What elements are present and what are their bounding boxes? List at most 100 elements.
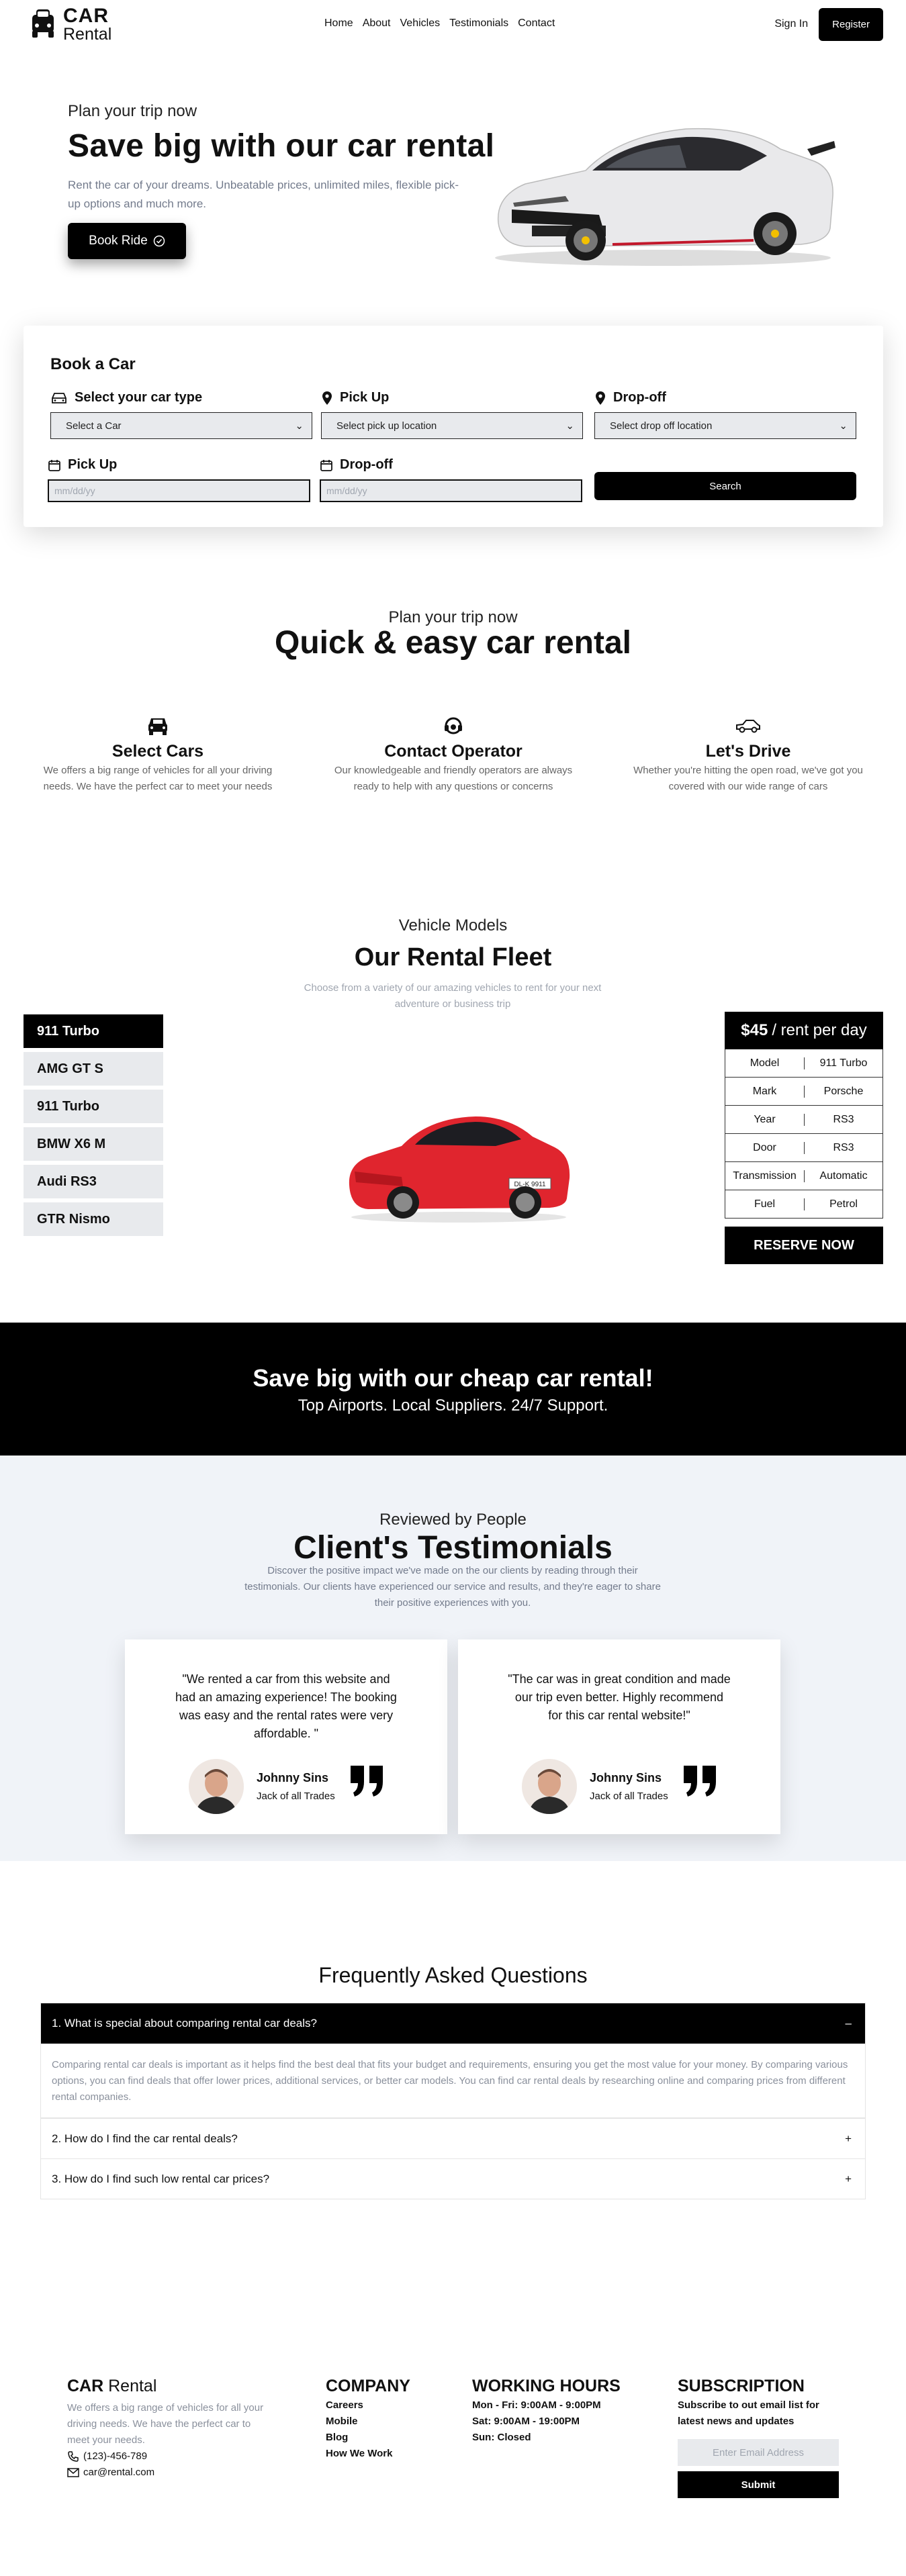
book-ride-label: Book Ride: [89, 234, 148, 248]
sign-in-link[interactable]: Sign In: [774, 18, 808, 30]
footer-hours-title: WORKING HOURS: [472, 2377, 621, 2395]
submit-button[interactable]: Submit: [678, 2471, 839, 2498]
feature-select-cars: Select Cars We offers a big range of veh…: [30, 714, 285, 795]
model-button-audi-rs3[interactable]: Audi RS3: [24, 1165, 163, 1198]
nav-link-about[interactable]: About: [363, 17, 391, 30]
fleet-subtitle: Vehicle Models: [398, 916, 508, 935]
model-button-amg-gt-s[interactable]: AMG GT S: [24, 1052, 163, 1086]
expand-icon: +: [845, 2132, 852, 2145]
footer-hours-column: WORKING HOURS Mon - Fri: 9:00AM - 9:00PM…: [472, 2377, 621, 2446]
nav-link-contact[interactable]: Contact: [518, 17, 555, 30]
dropoff-location-field: Drop-off Select drop off location ⌄: [594, 390, 856, 439]
car-type-select[interactable]: Select a Car ⌄: [50, 412, 312, 439]
car-icon: [52, 392, 66, 403]
email-input[interactable]: Enter Email Address: [678, 2439, 839, 2466]
calendar-icon: [320, 459, 332, 471]
model-button-bmw-x6-m[interactable]: BMW X6 M: [24, 1127, 163, 1161]
dropoff-location-label: Drop-off: [613, 390, 666, 405]
avatar: [189, 1759, 244, 1814]
spec-value: RS3: [804, 1113, 882, 1126]
hero-car-image: [495, 128, 835, 266]
booking-form: Book a Car Select your car type Select a…: [24, 326, 883, 527]
footer-link-blog[interactable]: Blog: [326, 2430, 410, 2446]
person-icon: [189, 1759, 244, 1814]
faq-item: 3. How do I find such low rental car pri…: [41, 2158, 865, 2199]
faq-item: 2. How do I find the car rental deals? +: [41, 2118, 865, 2158]
register-button[interactable]: Register: [819, 7, 883, 41]
car-front-icon: [148, 718, 167, 735]
faq-title: Frequently Asked Questions: [318, 1963, 588, 1987]
car-side-icon: [736, 720, 760, 733]
logo[interactable]: CAR Rental: [30, 5, 111, 43]
footer-brand: CAR Rental: [67, 2377, 269, 2396]
footer-link-mobile[interactable]: Mobile: [326, 2414, 410, 2430]
pickup-date-input[interactable]: mm/dd/yy: [48, 479, 310, 502]
spec-row: Year RS3: [725, 1106, 883, 1134]
footer-email[interactable]: car@rental.com: [67, 2465, 269, 2481]
hero-section: Plan your trip now Save big with our car…: [0, 48, 906, 317]
price-header: $45 / rent per day: [725, 1012, 883, 1049]
spec-row: Door RS3: [725, 1134, 883, 1162]
search-button[interactable]: Search: [594, 472, 856, 500]
nav-link-vehicles[interactable]: Vehicles: [400, 17, 441, 30]
car-type-label: Select your car type: [75, 390, 203, 405]
spec-value: Petrol: [804, 1198, 882, 1210]
model-button-911-turbo-2[interactable]: 911 Turbo: [24, 1090, 163, 1123]
promo-banner: Save big with our cheap car rental! Top …: [0, 1323, 906, 1456]
location-pin-icon: [322, 391, 332, 405]
footer-link-how-we-work[interactable]: How We Work: [326, 2446, 410, 2462]
footer-link-careers[interactable]: Careers: [326, 2397, 410, 2414]
spec-key: Model: [750, 1057, 780, 1069]
faq-question[interactable]: 2. How do I find the car rental deals? +: [41, 2118, 865, 2158]
spec-key: Year: [754, 1113, 776, 1125]
car-type-value: Select a Car: [66, 420, 122, 432]
testimonial-role: Jack of all Trades: [590, 1791, 668, 1802]
testimonial-card: "We rented a car from this website and h…: [125, 1639, 447, 1834]
spec-key: Mark: [752, 1085, 777, 1097]
fleet-car-image: DL-K 9911: [349, 1116, 570, 1223]
logo-title: CAR: [63, 4, 109, 27]
top-nav: CAR Rental Home About Vehicles Testimoni…: [0, 0, 906, 48]
footer-phone[interactable]: (123)-456-789: [67, 2448, 269, 2465]
footer-email-text: car@rental.com: [83, 2467, 155, 2478]
nav-link-home[interactable]: Home: [324, 17, 353, 30]
faq-question[interactable]: 1. What is special about comparing renta…: [41, 2003, 865, 2044]
nav-link-testimonials[interactable]: Testimonials: [449, 17, 508, 30]
spec-value: RS3: [804, 1141, 882, 1154]
chevron-down-icon: ⌄: [839, 420, 848, 432]
footer-brand-rest: Rental: [108, 2377, 157, 2395]
testimonials-subtitle: Reviewed by People: [379, 1511, 527, 1529]
fleet-description: Choose from a variety of our amazing veh…: [304, 982, 602, 1010]
feature-title: Contact Operator: [384, 742, 523, 761]
footer-about: We offers a big range of vehicles for al…: [67, 2402, 264, 2446]
spec-value: Automatic: [804, 1170, 882, 1182]
spec-key: Transmission: [733, 1170, 797, 1182]
pickup-location-select[interactable]: Select pick up location ⌄: [321, 412, 583, 439]
dropoff-date-input[interactable]: mm/dd/yy: [320, 479, 582, 502]
person-icon: [522, 1759, 577, 1814]
pickup-location-label: Pick Up: [340, 390, 390, 405]
faq-question-text: 2. How do I find the car rental deals?: [52, 2132, 238, 2145]
phone-icon: [68, 2451, 79, 2462]
hours-line: Mon - Fri: 9:00AM - 9:00PM: [472, 2399, 601, 2411]
testimonials-title: Client's Testimonials: [293, 1530, 613, 1566]
footer-subscription-title: SUBSCRIPTION: [678, 2377, 805, 2395]
avatar: [522, 1759, 577, 1814]
dropoff-date-label: Drop-off: [340, 457, 393, 472]
dropoff-location-select[interactable]: Select drop off location ⌄: [594, 412, 856, 439]
model-button-911-turbo[interactable]: 911 Turbo: [24, 1014, 163, 1048]
mail-icon: [67, 2468, 79, 2477]
model-button-gtr-nismo[interactable]: GTR Nismo: [24, 1202, 163, 1236]
faq-question[interactable]: 3. How do I find such low rental car pri…: [41, 2158, 865, 2199]
faq-item: 1. What is special about comparing renta…: [41, 2003, 865, 2118]
spec-value: 911 Turbo: [804, 1057, 882, 1069]
feature-title: Let's Drive: [705, 742, 791, 761]
footer-phone-text: (123)-456-789: [83, 2450, 148, 2462]
reserve-now-button[interactable]: RESERVE NOW: [725, 1227, 883, 1264]
testimonial-quote: "The car was in great condition and made…: [508, 1672, 731, 1722]
feature-title: Select Cars: [111, 742, 204, 761]
logo-subtitle: Rental: [63, 24, 112, 44]
book-ride-button[interactable]: Book Ride: [68, 223, 186, 259]
spec-row: Model 911 Turbo: [725, 1049, 883, 1078]
testimonial-role: Jack of all Trades: [257, 1791, 335, 1802]
